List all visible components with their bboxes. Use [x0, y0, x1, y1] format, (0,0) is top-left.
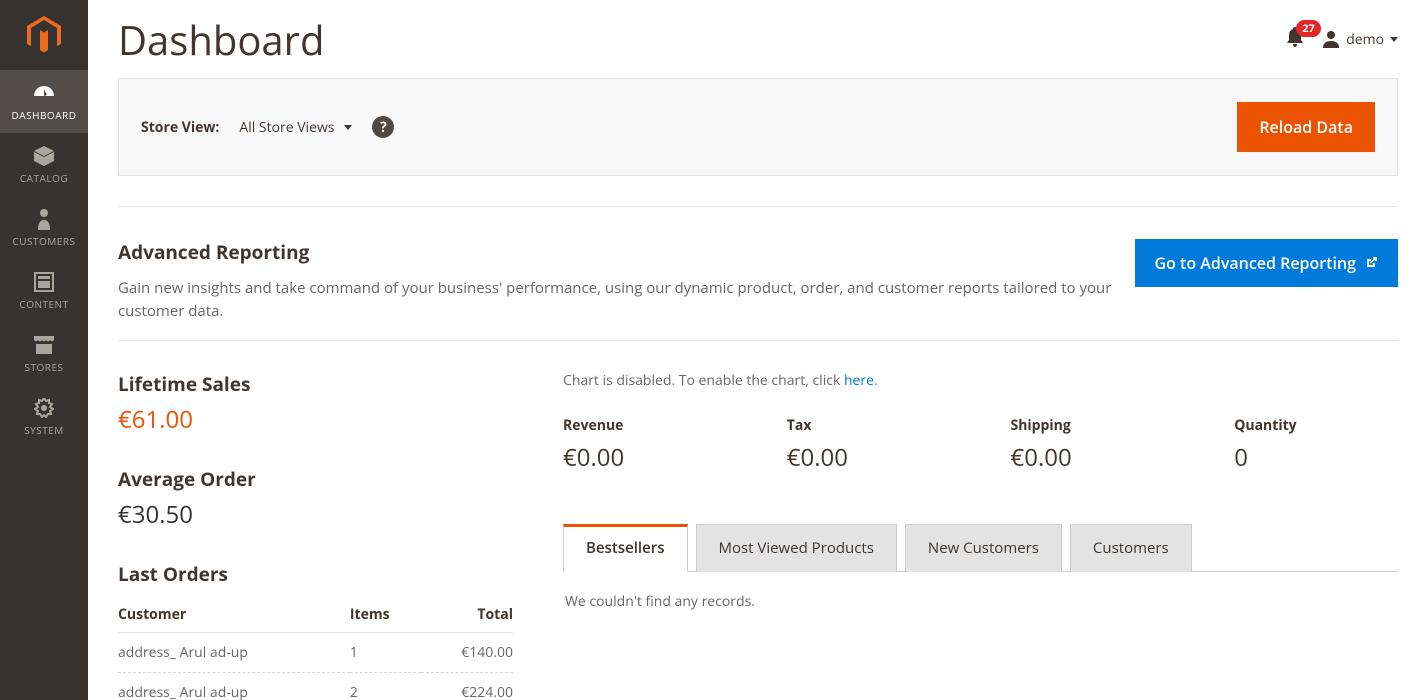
box-icon [33, 145, 55, 167]
col-items: Items [350, 597, 421, 633]
nav-label: STORES [25, 360, 64, 374]
stat-quantity: Quantity 0 [1234, 416, 1398, 474]
average-order-label: Average Order [118, 466, 513, 492]
table-row[interactable]: address_ Arul ad-up2€224.00 [118, 673, 513, 700]
cell-customer: address_ Arul ad-up [118, 633, 350, 673]
tab-customers[interactable]: Customers [1070, 524, 1192, 572]
reload-data-button[interactable]: Reload Data [1237, 102, 1375, 152]
magento-logo-icon [27, 16, 61, 54]
stat-tax: Tax €0.00 [787, 416, 951, 474]
nav-customers[interactable]: CUSTOMERS [0, 196, 88, 259]
go-to-advanced-reporting-button[interactable]: Go to Advanced Reporting [1135, 239, 1398, 287]
nav-catalog[interactable]: CATALOG [0, 133, 88, 196]
last-orders-table: Customer Items Total address_ Arul ad-up… [118, 597, 513, 700]
sidebar: DASHBOARD CATALOG CUSTOMERS CONTENT STOR… [0, 0, 88, 700]
stat-value: €0.00 [787, 441, 951, 474]
gear-icon [34, 397, 54, 419]
tab-content: We couldn't find any records. [563, 572, 1398, 631]
nav-label: SYSTEM [24, 423, 64, 437]
stat-value: €0.00 [1011, 441, 1175, 474]
chart-disabled-message: Chart is disabled. To enable the chart, … [563, 371, 1398, 390]
right-column: Chart is disabled. To enable the chart, … [563, 371, 1398, 700]
store-view-select[interactable]: All Store Views [239, 118, 352, 137]
nav-stores[interactable]: STORES [0, 322, 88, 385]
col-customer: Customer [118, 597, 350, 633]
enable-chart-link[interactable]: here [844, 371, 874, 390]
button-label: Go to Advanced Reporting [1155, 252, 1356, 274]
stat-label: Tax [787, 416, 951, 435]
nav-label: DASHBOARD [12, 108, 77, 122]
stat-shipping: Shipping €0.00 [1011, 416, 1175, 474]
store-view-value: All Store Views [239, 118, 334, 137]
store-view-label: Store View: [141, 118, 219, 137]
user-name: demo [1346, 30, 1384, 49]
nav-label: CATALOG [20, 171, 68, 185]
stat-label: Revenue [563, 416, 727, 435]
advanced-reporting-text: Gain new insights and take command of yo… [118, 277, 1118, 322]
cell-items: 1 [350, 633, 421, 673]
cell-total: €224.00 [421, 673, 513, 700]
tab-new-customers[interactable]: New Customers [905, 524, 1062, 572]
cell-total: €140.00 [421, 633, 513, 673]
average-order-value: €30.50 [118, 498, 513, 531]
col-total: Total [421, 597, 513, 633]
help-icon[interactable]: ? [372, 116, 394, 138]
stat-label: Shipping [1011, 416, 1175, 435]
chevron-down-icon [344, 125, 352, 130]
layout-icon [34, 271, 54, 293]
notification-count: 27 [1296, 20, 1321, 37]
stat-value: 0 [1234, 441, 1398, 474]
chart-msg-suffix: . [874, 371, 878, 390]
external-link-icon [1364, 256, 1378, 270]
left-column: Lifetime Sales €61.00 Average Order €30.… [118, 371, 513, 700]
nav-system[interactable]: SYSTEM [0, 385, 88, 448]
gauge-icon [32, 82, 56, 104]
nav-label: CUSTOMERS [12, 234, 75, 248]
tab-most-viewed-products[interactable]: Most Viewed Products [696, 524, 897, 572]
store-view-bar: Store View: All Store Views ? Reload Dat… [118, 78, 1398, 176]
cell-customer: address_ Arul ad-up [118, 673, 350, 700]
nav-dashboard[interactable]: DASHBOARD [0, 70, 88, 133]
last-orders-title: Last Orders [118, 561, 513, 587]
topbar: Dashboard 27 demo [118, 0, 1398, 78]
stats-row: Revenue €0.00 Tax €0.00 Shipping €0.00 Quantit… [563, 416, 1398, 474]
lifetime-sales-value: €61.00 [118, 403, 513, 436]
nav-content[interactable]: CONTENT [0, 259, 88, 322]
user-menu[interactable]: demo [1322, 30, 1398, 49]
stat-label: Quantity [1234, 416, 1398, 435]
advanced-reporting-title: Advanced Reporting [118, 239, 1118, 265]
tabs: BestsellersMost Viewed ProductsNew Custo… [563, 524, 1398, 631]
main-content: Dashboard 27 demo Store View: All Store … [88, 0, 1428, 700]
person-icon [37, 208, 51, 230]
notifications-button[interactable]: 27 [1286, 27, 1304, 52]
stat-revenue: Revenue €0.00 [563, 416, 727, 474]
store-icon [33, 334, 55, 356]
table-row[interactable]: address_ Arul ad-up1€140.00 [118, 633, 513, 673]
chart-msg-prefix: Chart is disabled. To enable the chart, … [563, 371, 844, 390]
tab-bestsellers[interactable]: Bestsellers [563, 524, 688, 572]
chevron-down-icon [1390, 37, 1398, 42]
cell-items: 2 [350, 673, 421, 700]
logo[interactable] [0, 0, 88, 70]
stat-value: €0.00 [563, 441, 727, 474]
lifetime-sales-label: Lifetime Sales [118, 371, 513, 397]
page-title: Dashboard [118, 12, 324, 67]
nav-label: CONTENT [19, 297, 68, 311]
user-icon [1322, 30, 1340, 48]
advanced-reporting-section: Advanced Reporting Gain new insights and… [118, 207, 1398, 341]
